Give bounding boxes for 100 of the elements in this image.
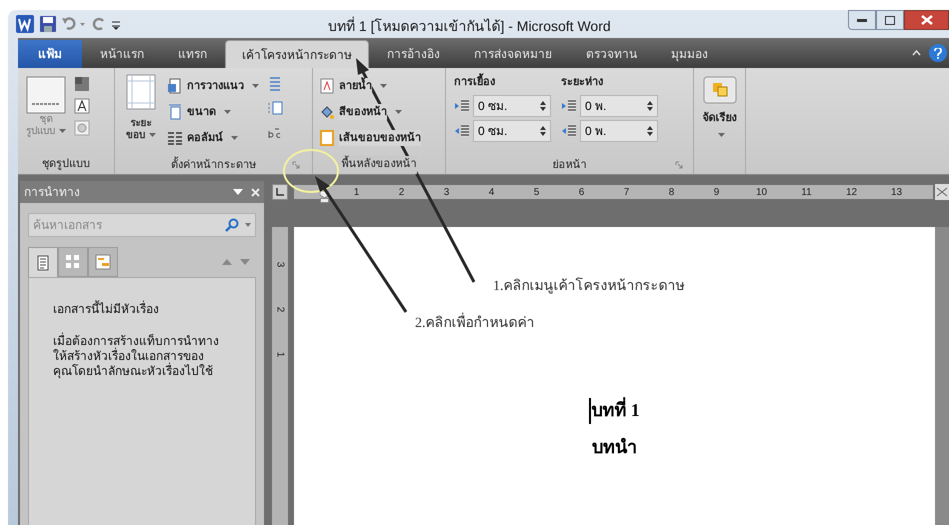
ribbon-command[interactable]: ขนาด bbox=[167, 102, 259, 122]
caret-icon bbox=[224, 110, 231, 114]
ruler-number: 6 bbox=[578, 186, 586, 200]
ruler-number: 9 bbox=[712, 186, 720, 200]
colors-icon[interactable] bbox=[74, 76, 90, 92]
spin-field[interactable]: 0 พ. bbox=[580, 120, 658, 142]
fonts-icon[interactable] bbox=[74, 98, 90, 114]
highlight-circle bbox=[283, 149, 339, 193]
minimize-icon bbox=[857, 18, 867, 22]
margins-button[interactable]: ระยะ ขอบ bbox=[123, 74, 159, 156]
spinner-icon[interactable] bbox=[540, 100, 546, 112]
spinner-icon[interactable] bbox=[647, 100, 653, 112]
ribbon-tab[interactable]: การส่งจดหมาย bbox=[458, 40, 568, 68]
line-numbers-icon[interactable] bbox=[267, 100, 283, 116]
group-label: ย่อหน้า bbox=[552, 158, 586, 173]
results-icon bbox=[95, 254, 111, 270]
annotation-label: 1.คลิกเมนูเค้าโครงหน้ากระดาษ bbox=[493, 276, 684, 296]
page-borders-icon bbox=[319, 130, 335, 146]
ruler-number: 13 bbox=[890, 186, 904, 200]
close-button[interactable] bbox=[904, 10, 949, 30]
caret-icon[interactable] bbox=[245, 223, 251, 227]
section-heading: ระยะห่าง bbox=[561, 75, 604, 90]
tab-selector[interactable] bbox=[272, 184, 288, 200]
ribbon-command[interactable]: คอลัมน์ bbox=[167, 128, 259, 148]
maximize-icon bbox=[885, 16, 895, 24]
scrollbar[interactable] bbox=[935, 227, 949, 525]
spin-field[interactable]: 0 ซม. bbox=[473, 95, 551, 117]
ruler-number: 5 bbox=[532, 186, 540, 200]
size-icon bbox=[167, 104, 183, 120]
group-label: ตั้งค่าหน้ากระดาษ bbox=[171, 156, 256, 173]
ribbon-tab[interactable]: แทรก bbox=[162, 40, 223, 68]
columns-icon bbox=[167, 130, 183, 146]
watermark-icon bbox=[319, 78, 335, 94]
search-box[interactable]: ค้นหาเอกสาร bbox=[28, 213, 256, 237]
ruler-number: 7 bbox=[622, 186, 630, 200]
margins-icon bbox=[126, 74, 156, 110]
nav-tab[interactable] bbox=[88, 247, 118, 277]
ruler-number: 2 bbox=[398, 186, 406, 200]
window-title: บทที่ 1 [โหมดความเข้ากันได้] - Microsoft Word bbox=[328, 16, 611, 36]
caret-icon bbox=[395, 110, 402, 114]
tab-stop-icon bbox=[276, 188, 284, 196]
spinner-icon[interactable] bbox=[647, 125, 653, 137]
heading-text: บทนำ bbox=[592, 436, 637, 459]
close-icon[interactable] bbox=[251, 188, 260, 196]
ribbon-command[interactable]: ลายน้ำ bbox=[319, 76, 439, 96]
text-cursor bbox=[589, 398, 592, 424]
annotation-label: 2.คลิกเพื่อกำหนดค่า bbox=[415, 313, 534, 334]
ruler-number: 10 bbox=[754, 186, 768, 200]
empty-message: เอกสารนี้ไม่มีหัวเรื่อง bbox=[53, 300, 160, 318]
spin-field[interactable]: 0 พ. bbox=[580, 95, 658, 117]
ruler-number: 3 bbox=[442, 186, 450, 200]
caret-icon bbox=[380, 84, 387, 88]
ruler-number: 1 bbox=[352, 186, 360, 200]
close-icon bbox=[920, 15, 932, 25]
ruler-number: 11 bbox=[800, 186, 813, 200]
word-logo-icon[interactable] bbox=[16, 15, 34, 33]
arrange-button[interactable]: จัดเรียง bbox=[702, 76, 736, 136]
caret-icon bbox=[59, 129, 66, 134]
ribbon-tab[interactable]: การอ้างอิง bbox=[371, 40, 456, 68]
ribbon-tab[interactable]: แฟ้ม bbox=[18, 40, 82, 68]
headings-icon bbox=[37, 254, 49, 270]
pane-title: การนำทาง bbox=[24, 184, 80, 201]
maximize-button[interactable] bbox=[876, 10, 904, 30]
arrange-icon bbox=[702, 76, 736, 104]
orientation-icon bbox=[167, 78, 183, 94]
ruler-number: 1 bbox=[274, 352, 286, 358]
thumbnails-icon bbox=[65, 254, 81, 270]
ribbon-tab[interactable]: ตรวจทาน bbox=[570, 40, 653, 68]
ribbon-command[interactable]: การวางแนว bbox=[167, 76, 259, 96]
group-label: พื้นหลังของหน้า bbox=[342, 156, 416, 174]
breaks-icon[interactable] bbox=[267, 76, 283, 92]
page-color-icon bbox=[319, 104, 335, 120]
search-icon[interactable] bbox=[225, 218, 239, 232]
redo-icon[interactable] bbox=[92, 17, 106, 31]
hint-text: เมื่อต้องการสร้างแท็บการนำทาง ให้สร้างหัวเรื่องในเอกสารของ คุณโดยนำลักษณะหัวเรื่องไปใช้ bbox=[53, 334, 220, 379]
group-label: ชุดรูปแบบ bbox=[41, 157, 91, 172]
collapse-ribbon-icon[interactable] bbox=[912, 50, 921, 56]
spin-field[interactable]: 0 ซม. bbox=[473, 120, 551, 142]
nav-tab[interactable] bbox=[28, 247, 58, 277]
ruler-number: 4 bbox=[488, 186, 496, 200]
caret-icon bbox=[252, 84, 259, 88]
ruler-number: 8 bbox=[668, 186, 676, 200]
spinner-icon[interactable] bbox=[540, 125, 546, 137]
view-ruler-icon[interactable] bbox=[935, 184, 949, 200]
ribbon-command[interactable]: สีของหน้า bbox=[319, 102, 439, 122]
themes-icon bbox=[26, 76, 66, 114]
ribbon-tab[interactable]: มุมมอง bbox=[655, 40, 724, 68]
heading-text: บทที่ 1 bbox=[591, 397, 640, 424]
search-field[interactable]: ค้นหาเอกสาร bbox=[33, 216, 225, 234]
minimize-button[interactable] bbox=[848, 10, 876, 30]
ruler-number: 2 bbox=[274, 306, 286, 312]
ruler-number: 12 bbox=[844, 186, 858, 200]
help-button[interactable] bbox=[929, 44, 947, 62]
pane-menu-icon[interactable] bbox=[233, 189, 243, 195]
ribbon-tab[interactable]: หน้าแรก bbox=[84, 40, 160, 68]
ribbon-tab[interactable]: เค้าโครงหน้ากระดาษ bbox=[225, 40, 369, 68]
undo-icon[interactable] bbox=[62, 17, 86, 31]
caret-icon bbox=[718, 132, 725, 136]
save-icon[interactable] bbox=[40, 16, 56, 32]
indent-marker-icon[interactable] bbox=[320, 191, 329, 203]
